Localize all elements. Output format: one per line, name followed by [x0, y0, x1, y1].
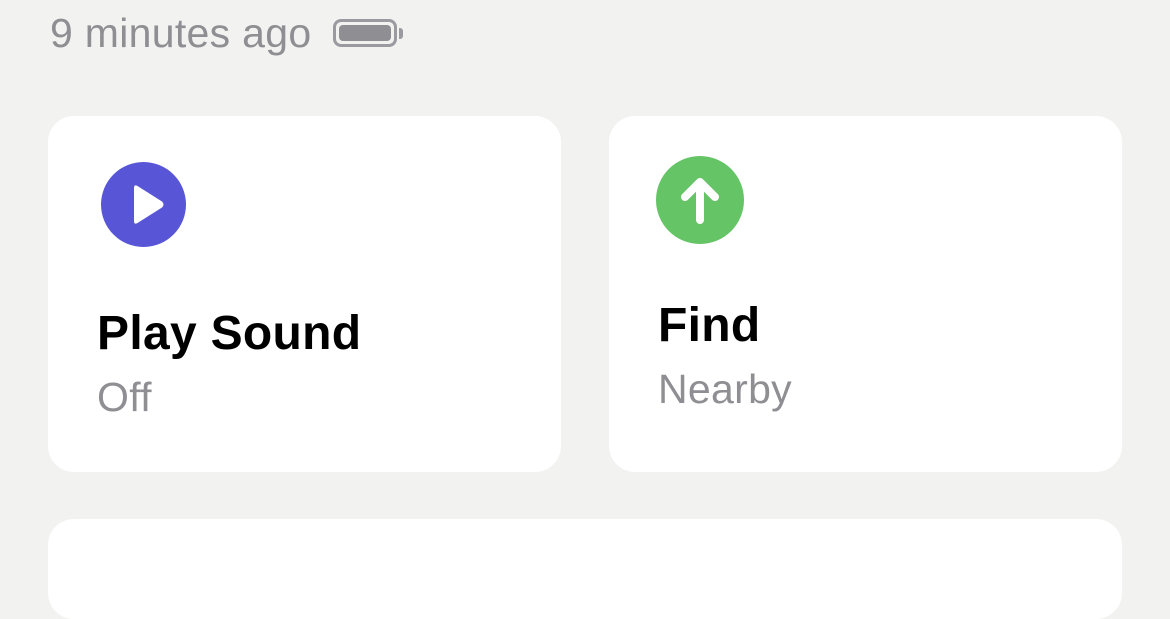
arrow-up-icon-glyph [681, 178, 719, 224]
battery-full-icon [333, 19, 404, 47]
play-sound-title: Play Sound [97, 307, 362, 360]
last-seen-label: 9 minutes ago [50, 9, 312, 56]
play-icon [101, 162, 186, 247]
battery-cap [399, 27, 404, 39]
arrow-up-icon [656, 156, 744, 244]
play-sound-button[interactable]: Play Sound Off [48, 116, 561, 472]
find-nearby-button[interactable]: Find Nearby [609, 116, 1122, 472]
battery-body [333, 19, 398, 47]
play-sound-status: Off [97, 374, 152, 420]
status-row: 9 minutes ago [50, 8, 404, 58]
find-title: Find [658, 299, 761, 352]
next-card[interactable] [48, 519, 1122, 619]
battery-level-fill [339, 25, 392, 41]
play-icon-glyph [134, 185, 164, 224]
find-subtitle: Nearby [658, 366, 792, 412]
